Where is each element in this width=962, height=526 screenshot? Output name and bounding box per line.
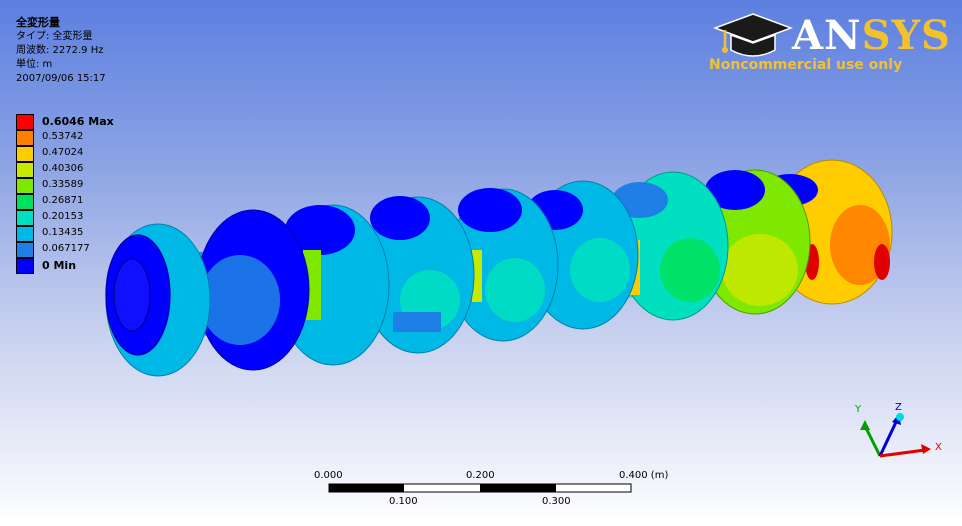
scale-tick-200: 0.200 <box>466 470 495 481</box>
scale-tick-0: 0.000 <box>314 470 343 481</box>
scale-tick-400: 0.400 (m) <box>619 470 669 481</box>
scale-bar-graphic <box>328 483 632 493</box>
scale-tick-300: 0.300 <box>542 496 571 507</box>
scale-tick-100: 0.100 <box>389 496 418 507</box>
